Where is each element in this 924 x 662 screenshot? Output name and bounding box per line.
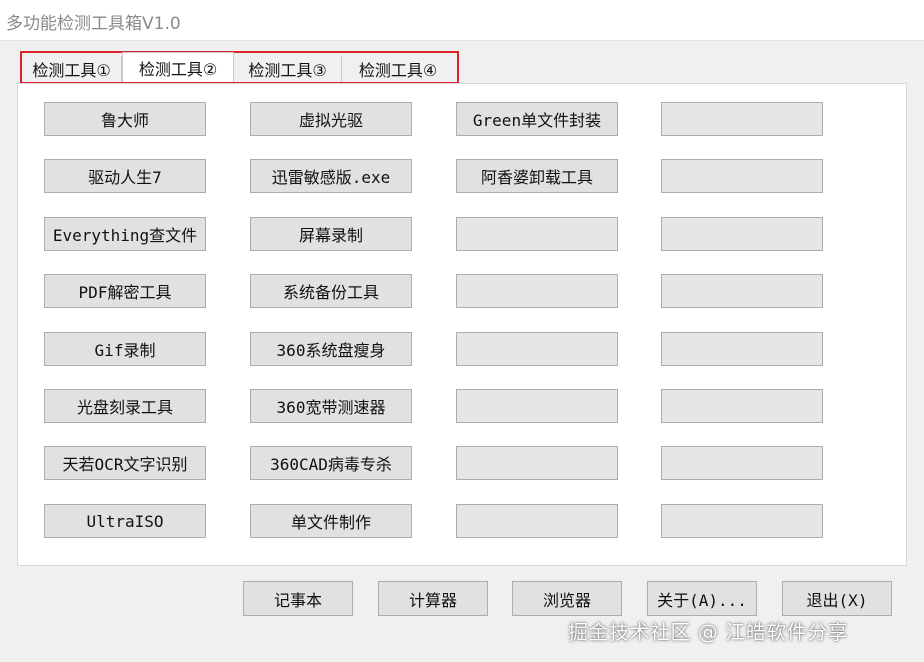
tool-button[interactable]: 驱动人生7	[44, 159, 206, 193]
empty-tool-button[interactable]	[661, 102, 823, 136]
tool-button[interactable]: 天若OCR文字识别	[44, 446, 206, 480]
empty-tool-button[interactable]	[661, 389, 823, 423]
tab-tool-3[interactable]: 检测工具③	[234, 56, 342, 82]
tool-button[interactable]: 单文件制作	[250, 504, 412, 538]
tool-button[interactable]: UltraISO	[44, 504, 206, 538]
tab-tool-4[interactable]: 检测工具④	[342, 56, 454, 82]
tool-button[interactable]: 屏幕录制	[250, 217, 412, 251]
empty-tool-button[interactable]	[661, 446, 823, 480]
empty-tool-button[interactable]	[456, 274, 618, 308]
tool-button[interactable]: 阿香婆卸载工具	[456, 159, 618, 193]
tool-button[interactable]: 迅雷敏感版.exe	[250, 159, 412, 193]
tool-button[interactable]: Green单文件封装	[456, 102, 618, 136]
watermark: 掘金技术社区 @ 江皓软件分享	[568, 620, 849, 644]
tool-button[interactable]: Everything查文件	[44, 217, 206, 251]
empty-tool-button[interactable]	[661, 504, 823, 538]
tab-strip: 检测工具① 检测工具② 检测工具③ 检测工具④	[20, 51, 459, 84]
tool-button[interactable]: 鲁大师	[44, 102, 206, 136]
empty-tool-button[interactable]	[661, 217, 823, 251]
empty-tool-button[interactable]	[661, 159, 823, 193]
tool-button[interactable]: 360系统盘瘦身	[250, 332, 412, 366]
empty-tool-button[interactable]	[661, 332, 823, 366]
title-bar: 多功能检测工具箱V1.0	[0, 0, 924, 41]
empty-tool-button[interactable]	[661, 274, 823, 308]
empty-tool-button[interactable]	[456, 332, 618, 366]
tab-tool-2[interactable]: 检测工具②	[122, 52, 234, 82]
tool-button[interactable]: 360CAD病毒专杀	[250, 446, 412, 480]
notepad-button[interactable]: 记事本	[243, 581, 353, 616]
empty-tool-button[interactable]	[456, 504, 618, 538]
tool-button[interactable]: 虚拟光驱	[250, 102, 412, 136]
about-button[interactable]: 关于(A)...	[647, 581, 757, 616]
empty-tool-button[interactable]	[456, 389, 618, 423]
tool-button[interactable]: PDF解密工具	[44, 274, 206, 308]
exit-button[interactable]: 退出(X)	[782, 581, 892, 616]
tool-button[interactable]: Gif录制	[44, 332, 206, 366]
tool-button[interactable]: 系统备份工具	[250, 274, 412, 308]
calculator-button[interactable]: 计算器	[378, 581, 488, 616]
window-title: 多功能检测工具箱V1.0	[6, 14, 181, 34]
empty-tool-button[interactable]	[456, 446, 618, 480]
tab-tool-1[interactable]: 检测工具①	[22, 56, 122, 82]
browser-button[interactable]: 浏览器	[512, 581, 622, 616]
tool-button[interactable]: 光盘刻录工具	[44, 389, 206, 423]
tab-panel	[17, 83, 907, 566]
tool-button[interactable]: 360宽带测速器	[250, 389, 412, 423]
empty-tool-button[interactable]	[456, 217, 618, 251]
